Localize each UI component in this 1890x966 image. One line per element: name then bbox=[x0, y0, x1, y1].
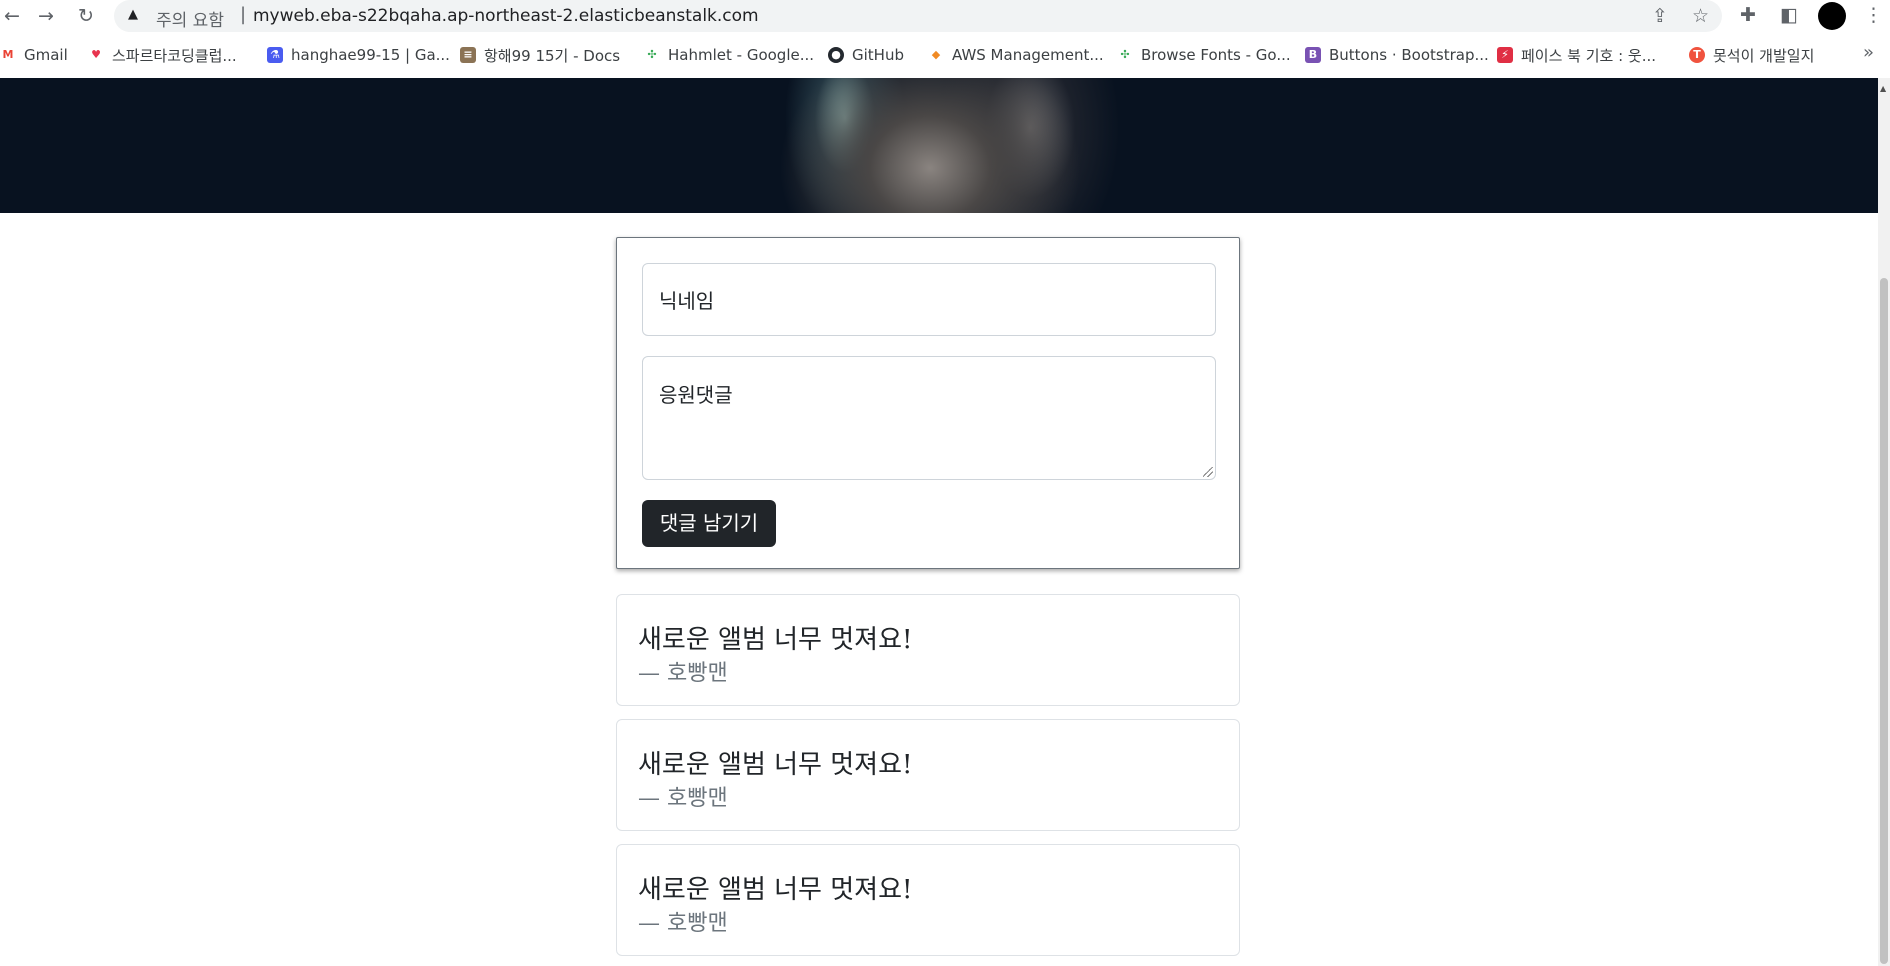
resize-handle-icon[interactable] bbox=[1203, 467, 1213, 477]
bookmark-facebook-symbols[interactable]: ⚡ 페이스 북 기호 : 웃... bbox=[1497, 44, 1656, 66]
page-scrollbar[interactable]: ▲ bbox=[1878, 78, 1890, 966]
back-icon[interactable]: ← bbox=[0, 4, 24, 28]
sparta-icon: ♥ bbox=[88, 47, 104, 63]
comment-form: 닉네임 응원댓글 댓글 남기기 bbox=[616, 237, 1240, 569]
comment-text: 새로운 앨범 너무 멋져요! bbox=[638, 875, 913, 905]
address-bar[interactable]: ▲ 주의 요함 | myweb.eba-s22bqaha.ap-northeas… bbox=[114, 0, 1722, 32]
bookmarks-overflow-icon[interactable]: » bbox=[1863, 42, 1874, 63]
bookmark-github[interactable]: ● GitHub bbox=[828, 44, 904, 66]
side-panel-icon[interactable]: ◧ bbox=[1780, 4, 1798, 26]
comment-card: 새로운 앨범 너무 멋져요! — 호빵맨 bbox=[616, 844, 1240, 956]
bookmark-browse-fonts[interactable]: ✣ Browse Fonts - Go... bbox=[1117, 44, 1291, 66]
bookmark-bootstrap[interactable]: B Buttons · Bootstrap... bbox=[1305, 44, 1489, 66]
scroll-up-icon[interactable]: ▲ bbox=[1880, 84, 1886, 93]
bookmark-hanghae-gather[interactable]: ⚗ hanghae99-15 | Ga... bbox=[267, 44, 450, 66]
comment-label: 응원댓글 bbox=[659, 383, 733, 407]
comment-card: 새로운 앨범 너무 멋져요! — 호빵맨 bbox=[616, 719, 1240, 831]
avatar[interactable] bbox=[1818, 2, 1846, 30]
url-text[interactable]: myweb.eba-s22bqaha.ap-northeast-2.elasti… bbox=[253, 6, 759, 26]
bookmark-sparta[interactable]: ♥ 스파르타코딩클럽... bbox=[88, 44, 237, 66]
scroll-thumb[interactable] bbox=[1880, 278, 1888, 964]
star-icon[interactable]: ☆ bbox=[1692, 5, 1709, 27]
comment-text: 새로운 앨범 너무 멋져요! bbox=[638, 750, 913, 780]
share-icon[interactable]: ⇪ bbox=[1652, 5, 1668, 27]
submit-comment-button[interactable]: 댓글 남기기 bbox=[642, 500, 776, 547]
bookmark-hahmlet[interactable]: ✣ Hahmlet - Google... bbox=[644, 44, 814, 66]
docs-icon: ≡ bbox=[460, 47, 476, 63]
comment-author: — 호빵맨 bbox=[638, 911, 728, 936]
bookmark-aws[interactable]: ◆ AWS Management... bbox=[928, 44, 1104, 66]
bootstrap-icon: B bbox=[1305, 47, 1321, 63]
hero-image bbox=[0, 78, 1878, 213]
gather-icon: ⚗ bbox=[267, 47, 283, 63]
reload-icon[interactable]: ↻ bbox=[74, 4, 98, 28]
bookmarks-bar: M Gmail ♥ 스파르타코딩클럽... ⚗ hanghae99-15 | Ga..… bbox=[0, 32, 1890, 78]
comment-author: — 호빵맨 bbox=[638, 786, 728, 811]
comment-card: 새로운 앨범 너무 멋져요! — 호빵맨 bbox=[616, 594, 1240, 706]
google-fonts-icon: ✣ bbox=[644, 47, 660, 63]
gmail-icon: M bbox=[0, 47, 16, 63]
warning-icon[interactable]: ▲ bbox=[128, 7, 138, 22]
puzzle-icon[interactable]: ✚ bbox=[1740, 4, 1756, 26]
comment-author: — 호빵맨 bbox=[638, 661, 728, 686]
nickname-input[interactable]: 닉네임 bbox=[642, 263, 1216, 336]
tistory-icon: T bbox=[1689, 47, 1705, 63]
url-separator: | bbox=[240, 4, 247, 25]
bookmark-gmail[interactable]: M Gmail bbox=[0, 44, 68, 66]
nickname-label: 닉네임 bbox=[659, 289, 715, 313]
github-icon: ● bbox=[828, 47, 844, 63]
lightning-icon: ⚡ bbox=[1497, 47, 1513, 63]
page-content: 닉네임 응원댓글 댓글 남기기 새로운 앨범 너무 멋져요! — 호빵맨 새로운… bbox=[0, 78, 1878, 966]
forward-icon[interactable]: → bbox=[34, 4, 58, 28]
comment-text: 새로운 앨범 너무 멋져요! bbox=[638, 625, 913, 655]
bookmark-dev-log[interactable]: T 못석이 개발일지 bbox=[1689, 44, 1814, 66]
comment-textarea[interactable]: 응원댓글 bbox=[642, 356, 1216, 480]
google-fonts-icon: ✣ bbox=[1117, 47, 1133, 63]
aws-icon: ◆ bbox=[928, 47, 944, 63]
bookmark-hanghae-docs[interactable]: ≡ 항해99 15기 - Docs bbox=[460, 44, 620, 66]
security-warning[interactable]: 주의 요함 bbox=[156, 6, 224, 31]
browser-toolbar: ← → ↻ ▲ 주의 요함 | myweb.eba-s22bqaha.ap-no… bbox=[0, 0, 1890, 32]
kebab-menu-icon[interactable]: ⋮ bbox=[1864, 4, 1883, 26]
